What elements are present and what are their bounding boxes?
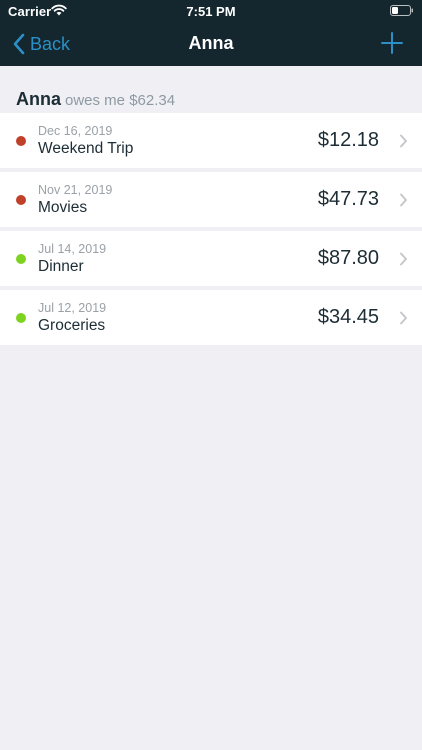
chevron-right-icon: [400, 134, 407, 148]
navigation-bar: Back Anna: [0, 22, 422, 66]
transaction-row[interactable]: Nov 21, 2019 Movies $47.73: [0, 172, 422, 227]
transaction-label: Weekend Trip: [38, 140, 134, 157]
chevron-right-icon: [400, 193, 407, 207]
transaction-label: Groceries: [38, 317, 106, 334]
status-dot: [16, 313, 26, 323]
chevron-right-icon: [400, 252, 407, 266]
page-title: Anna: [188, 33, 234, 53]
transaction-row[interactable]: Jul 14, 2019 Dinner $87.80: [0, 231, 422, 286]
transaction-amount: $87.80: [317, 247, 379, 269]
balance-text: owes me $62.34: [65, 92, 176, 109]
plus-icon[interactable]: [381, 32, 403, 54]
transaction-list: Dec 16, 2019 Weekend Trip $12.18 Nov 21,…: [0, 113, 422, 349]
status-dot: [16, 254, 26, 264]
battery-icon: [390, 5, 413, 16]
status-dot: [16, 136, 26, 146]
clock: 7:51 PM: [186, 4, 236, 19]
chevron-right-icon: [400, 311, 407, 325]
contact-name: Anna: [16, 89, 61, 109]
header: Carrier 7:51 PM Back Anna: [0, 0, 422, 66]
transaction-amount: $34.45: [317, 306, 379, 328]
transaction-date: Nov 21, 2019: [38, 183, 113, 197]
transaction-date: Jul 14, 2019: [38, 242, 107, 256]
balance-summary: Anna owes me $62.34: [16, 89, 175, 110]
transaction-amount: $12.18: [317, 129, 379, 151]
transaction-row[interactable]: Jul 12, 2019 Groceries $34.45: [0, 290, 422, 345]
transaction-label: Movies: [38, 199, 88, 216]
transaction-date: Dec 16, 2019: [38, 124, 113, 138]
transaction-amount: $47.73: [317, 188, 379, 210]
status-bar: Carrier 7:51 PM: [0, 0, 422, 22]
transaction-row[interactable]: Dec 16, 2019 Weekend Trip $12.18: [0, 113, 422, 168]
transaction-label: Dinner: [38, 258, 84, 275]
transaction-date: Jul 12, 2019: [38, 301, 107, 315]
status-dot: [16, 195, 26, 205]
